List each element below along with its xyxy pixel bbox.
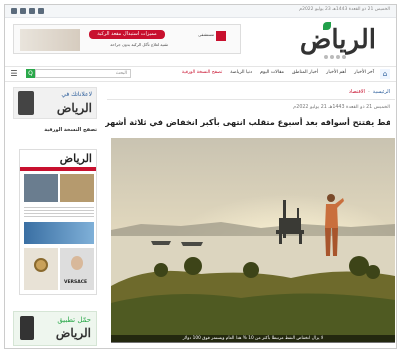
instagram-icon[interactable] bbox=[38, 8, 44, 14]
top-strip: الخميس 21 ذو القعدة 1443هـ 23 يوليو 2022… bbox=[5, 5, 396, 18]
twitter-icon[interactable] bbox=[20, 8, 26, 14]
facebook-icon[interactable] bbox=[11, 8, 17, 14]
banner-brand-logo: مستشفى bbox=[186, 31, 226, 49]
sidebar-ad-advertise[interactable]: لاعلاناتك في الرياض bbox=[13, 87, 97, 119]
logo-text: الرياض bbox=[299, 25, 376, 55]
header-ad-banner[interactable]: مميزات استبدال مقعد الركبة تقنية لعلاج ت… bbox=[13, 24, 241, 54]
ad-advertise-line1: لاعلاناتك في bbox=[61, 91, 92, 98]
nav-items: آخر الأخبار أهم الأخبار أخبار المناطق مق… bbox=[182, 70, 374, 75]
article-photo bbox=[111, 138, 395, 342]
nav-item-latest-news[interactable]: آخر الأخبار bbox=[354, 70, 374, 75]
watch-icon bbox=[34, 258, 48, 272]
nav-item-todays-articles[interactable]: مقالات اليوم bbox=[260, 70, 284, 75]
logo-dots bbox=[324, 55, 346, 59]
paper-masthead: الرياض bbox=[59, 152, 92, 165]
banner-brand-text: مستشفى bbox=[198, 32, 214, 37]
paper-photo bbox=[24, 222, 94, 244]
print-edition-thumbnail[interactable]: الرياض VERSACE bbox=[19, 149, 97, 295]
phone-icon bbox=[18, 91, 34, 115]
home-icon[interactable]: ⌂ bbox=[380, 69, 390, 79]
banner-image bbox=[20, 29, 80, 51]
nav-item-print-edition[interactable]: تصفح النسخة الورقية bbox=[182, 70, 222, 75]
banner-headline: مميزات استبدال مقعد الركبة bbox=[89, 30, 165, 39]
search-input[interactable]: البحث bbox=[35, 69, 131, 78]
page-frame: الخميس 21 ذو القعدة 1443هـ 23 يوليو 2022… bbox=[4, 4, 397, 349]
site-logo[interactable]: الرياض bbox=[286, 21, 376, 61]
hamburger-menu-icon[interactable]: ☰ bbox=[9, 69, 19, 79]
paper-photo bbox=[60, 174, 94, 202]
print-edition-label[interactable]: تصفح النسخة الورقية bbox=[44, 127, 97, 133]
paper-ad-brand: VERSACE bbox=[64, 280, 88, 285]
breadcrumb-section[interactable]: الاقتصاد bbox=[349, 89, 365, 95]
banner-subtext: تقنية لعلاج تآكل الركبة بدون جراحة bbox=[110, 42, 168, 47]
ad-app-line2: الرياض bbox=[55, 326, 91, 340]
article-date: الخميس 21 ذو القعدة 1443هـ 21 يوليو 2022… bbox=[293, 105, 390, 110]
paper-photo bbox=[24, 174, 58, 202]
breadcrumb: الرئيسية - الاقتصاد bbox=[349, 89, 390, 95]
phone-icon bbox=[20, 316, 34, 340]
main-navigation: ⌂ آخر الأخبار أهم الأخبار أخبار المناطق … bbox=[5, 66, 396, 82]
ad-advertise-line2: الرياض bbox=[56, 101, 92, 115]
top-date: الخميس 21 ذو القعدة 1443هـ 23 يوليو 2022… bbox=[299, 7, 390, 12]
search-button[interactable]: Q bbox=[26, 69, 35, 78]
article-headline: النفط يفتتح أسواقه بعد أسبوع متقلب انتهى… bbox=[105, 117, 390, 127]
brand-mark-icon bbox=[216, 31, 226, 41]
photo-caption: لا يزال انخفاض النفط مرتبطا بأكثر من 10 … bbox=[111, 335, 395, 343]
sidebar-ad-app[interactable]: حمّل تطبيق الرياض bbox=[13, 311, 97, 346]
breadcrumb-home[interactable]: الرئيسية bbox=[373, 89, 390, 95]
nav-item-regions[interactable]: أخبار المناطق bbox=[292, 70, 318, 75]
breadcrumb-separator: - bbox=[367, 89, 370, 95]
social-links bbox=[11, 8, 44, 14]
youtube-icon[interactable] bbox=[29, 8, 35, 14]
paper-fashion-ad: VERSACE bbox=[60, 248, 94, 290]
paper-watch-ad bbox=[24, 248, 58, 290]
nav-item-top-news[interactable]: أهم الأخبار bbox=[326, 70, 346, 75]
paper-text-lines bbox=[24, 205, 94, 219]
nav-item-sports[interactable]: دنيا الرياضة bbox=[230, 70, 252, 75]
ad-app-line1: حمّل تطبيق bbox=[57, 316, 91, 324]
sidebar: لاعلاناتك في الرياض تصفح النسخة الورقية … bbox=[9, 83, 101, 348]
